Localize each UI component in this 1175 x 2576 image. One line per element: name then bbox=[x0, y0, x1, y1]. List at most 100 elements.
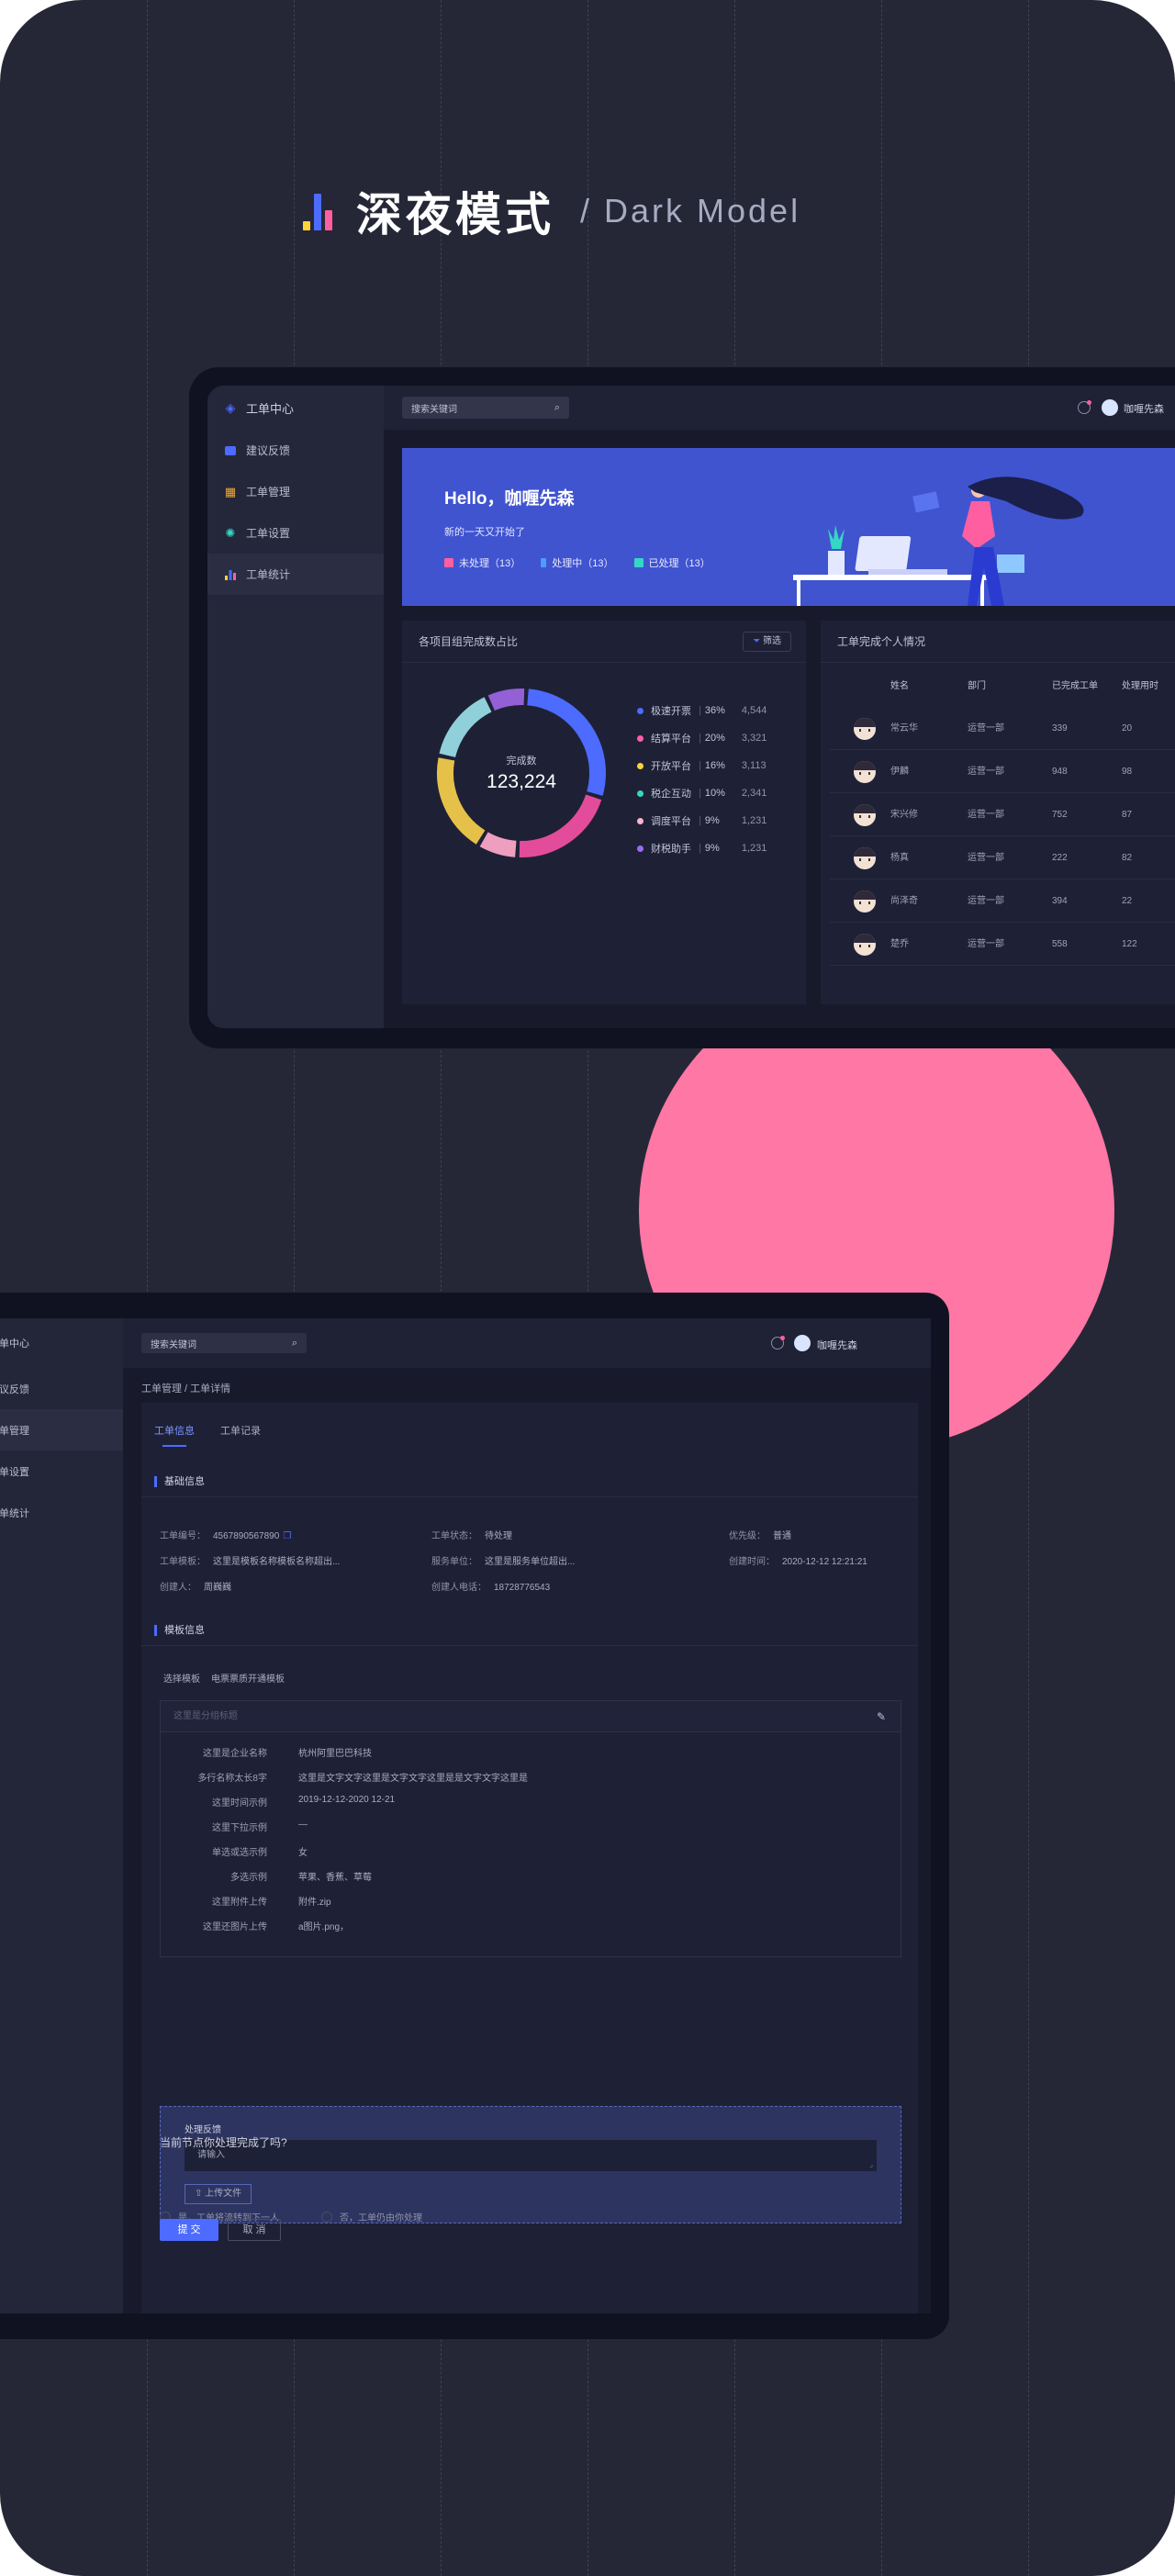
legend-dot bbox=[637, 734, 643, 742]
avatar[interactable] bbox=[794, 1335, 811, 1351]
legend-item[interactable]: 财税助手 | 9% 1,231 bbox=[637, 839, 767, 857]
table-cell: 558 bbox=[1052, 939, 1068, 949]
search-icon[interactable]: ⌕ bbox=[292, 1338, 297, 1350]
stat-unprocessed[interactable]: 未处理（13） bbox=[444, 555, 520, 570]
sidebar-item-settings[interactable]: ✺ 工单设置 bbox=[207, 512, 384, 554]
upload-button[interactable]: ⇧ 上传文件 bbox=[185, 2184, 252, 2204]
legend-item[interactable]: 结算平台 | 20% 3,321 bbox=[637, 729, 767, 747]
template-select[interactable]: 选择模板 电票票质开通模板 bbox=[163, 1671, 285, 1685]
breadcrumb[interactable]: 工单管理 / 工单详情 bbox=[141, 1381, 230, 1395]
card-header: 各项目组完成数占比 ⏷ 筛选 bbox=[402, 621, 806, 663]
field-label: 这里下拉示例 bbox=[212, 1823, 267, 1833]
cancel-button[interactable]: 取 消 bbox=[228, 2219, 281, 2241]
gear-icon: ✺ bbox=[225, 525, 236, 540]
sidebar-item-feedback[interactable]: 建议反馈 bbox=[207, 430, 384, 471]
form-field-row: 这里附件上传 附件.zip bbox=[161, 1894, 895, 1909]
table-row[interactable]: 宋兴修 运营一部 752 87 bbox=[830, 793, 1175, 836]
legend-item[interactable]: 调度平台 | 9% 1,231 bbox=[637, 812, 767, 830]
field-label: 这里附件上传 bbox=[212, 1898, 267, 1908]
legend-label: 调度平台 bbox=[651, 816, 691, 827]
sidebar-item-label: 工单管理 bbox=[246, 486, 291, 498]
legend-value: 2,341 bbox=[741, 788, 767, 799]
copy-icon[interactable]: ❐ bbox=[283, 1531, 291, 1541]
feedback-textarea[interactable]: 请输入 ⌟ bbox=[185, 2140, 877, 2171]
page-subtitle: / Dark Model bbox=[580, 192, 801, 230]
table-cell: 752 bbox=[1052, 810, 1068, 820]
column-header: 已完成工单 bbox=[1052, 681, 1098, 691]
field-value: 女 bbox=[298, 1848, 308, 1858]
resize-handle-icon[interactable]: ⌟ bbox=[869, 2149, 873, 2180]
table-row[interactable]: 杨真 运营一部 222 82 bbox=[830, 836, 1175, 879]
legend-item[interactable]: 税企互动 | 10% 2,341 bbox=[637, 784, 767, 802]
legend-percent: 9% bbox=[704, 815, 720, 826]
dashboard-screen: ◈ 工单中心 建议反馈 ▦ 工单管理 ✺ 工单设置 工单统计 搜索关键词 ⌕ 咖… bbox=[207, 386, 1175, 1028]
legend-dot bbox=[637, 845, 643, 852]
legend-item[interactable]: 开放平台 | 16% 3,113 bbox=[637, 756, 767, 775]
info-creator-phone: 创建人电话： 18728776543 bbox=[431, 1579, 550, 1593]
avatar bbox=[854, 890, 876, 913]
feedback-icon bbox=[224, 444, 237, 457]
stat-processing[interactable]: 处理中（13） bbox=[541, 555, 614, 570]
page-header: 深夜模式 / Dark Model bbox=[303, 184, 801, 241]
info-ticket-number: 工单编号： 4567890567890 ❐ bbox=[160, 1528, 291, 1541]
sidebar-item-management[interactable]: ▦ 工单管理 bbox=[207, 471, 384, 512]
info-key: 工单编号： bbox=[160, 1531, 206, 1541]
info-value: 待处理 bbox=[485, 1531, 512, 1541]
field-value: — bbox=[298, 1820, 308, 1830]
field-label: 单选或选示例 bbox=[212, 1848, 267, 1858]
donut-slice-5[interactable] bbox=[487, 689, 525, 711]
donut-slice-4[interactable] bbox=[479, 832, 517, 857]
legend-label: 开放平台 bbox=[651, 761, 691, 772]
radio-circle[interactable] bbox=[321, 2211, 332, 2223]
legend-dot bbox=[637, 817, 643, 824]
brand-label: 工单中心 bbox=[246, 401, 295, 416]
search-input[interactable]: 搜索关键词 ⌕ bbox=[141, 1333, 307, 1353]
sidebar-item-feedback[interactable]: 建议反馈 bbox=[0, 1368, 123, 1409]
group-title-input[interactable]: 这里是分组标题 ✎ bbox=[161, 1701, 901, 1732]
edit-pencil-icon[interactable]: ✎ bbox=[877, 1701, 886, 1732]
table-row[interactable]: 尚泽奇 运营一部 394 22 bbox=[830, 879, 1175, 923]
search-icon[interactable]: ⌕ bbox=[554, 402, 560, 414]
info-value: 周巍巍 bbox=[204, 1583, 231, 1593]
field-label: 这里还图片上传 bbox=[203, 1922, 267, 1932]
info-template: 工单模板： 这里是模板名称模板名称超出... bbox=[160, 1553, 340, 1567]
page-title: 深夜模式 bbox=[356, 188, 554, 241]
legend-divider: | bbox=[699, 760, 701, 771]
sidebar-item-statistics[interactable]: 工单统计 bbox=[207, 554, 384, 595]
sidebar-item-management[interactable]: 工单管理 bbox=[0, 1409, 123, 1450]
avatar bbox=[854, 847, 876, 869]
table-row[interactable]: 常云华 运营一部 339 20 bbox=[830, 707, 1175, 750]
radio-no[interactable]: 否，工单仍由你处理 bbox=[321, 2210, 422, 2223]
table-card: 工单完成个人情况 姓名 部门 已完成工单 处理用时 常云华 运营一部 339 20 伊麟… bbox=[821, 621, 1175, 1004]
sidebar-item-settings[interactable]: 工单设置 bbox=[0, 1450, 123, 1492]
legend-divider: | bbox=[699, 815, 701, 826]
sidebar-item-statistics[interactable]: 工单统计 bbox=[0, 1492, 123, 1533]
table-cell: 98 bbox=[1122, 767, 1133, 777]
user-name[interactable]: 咖喱先森 bbox=[1124, 401, 1164, 416]
stat-processed[interactable]: 已处理（13） bbox=[633, 555, 711, 570]
bell-icon[interactable] bbox=[1078, 400, 1091, 414]
detail-device: 工单中心 建议反馈 工单管理 工单设置 工单统计 搜索关键词 ⌕ 咖喱先森 工单… bbox=[0, 1293, 949, 2339]
legend-divider: | bbox=[699, 843, 701, 854]
tab-info[interactable]: 工单信息 bbox=[154, 1423, 195, 1447]
user-name[interactable]: 咖喱先森 bbox=[817, 1338, 857, 1352]
donut-slice-3[interactable] bbox=[439, 697, 492, 758]
donut-slice-2[interactable] bbox=[437, 757, 486, 845]
legend-label: 结算平台 bbox=[651, 734, 691, 745]
column-header: 姓名 bbox=[890, 681, 909, 691]
search-input[interactable]: 搜索关键词 ⌕ bbox=[402, 397, 569, 419]
table-cell: 122 bbox=[1122, 939, 1137, 949]
bell-icon[interactable] bbox=[771, 1336, 785, 1350]
field-label: 这里时间示例 bbox=[212, 1798, 267, 1809]
legend-item[interactable]: 极速开票 | 36% 4,544 bbox=[637, 701, 767, 720]
avatar[interactable] bbox=[1102, 399, 1118, 416]
filter-button[interactable]: ⏷ 筛选 bbox=[743, 632, 791, 652]
tab-records[interactable]: 工单记录 bbox=[220, 1423, 261, 1438]
submit-button[interactable]: 提 交 bbox=[160, 2219, 218, 2241]
bar-chart-icon bbox=[224, 568, 237, 581]
table-row[interactable]: 楚乔 运营一部 558 122 bbox=[830, 923, 1175, 966]
greeting: Hello，咖喱先森 bbox=[444, 489, 575, 509]
sidebar: ◈ 工单中心 建议反馈 ▦ 工单管理 ✺ 工单设置 工单统计 bbox=[207, 386, 384, 1028]
table-row[interactable]: 伊麟 运营一部 948 98 bbox=[830, 750, 1175, 793]
donut-slice-1[interactable] bbox=[519, 794, 602, 857]
